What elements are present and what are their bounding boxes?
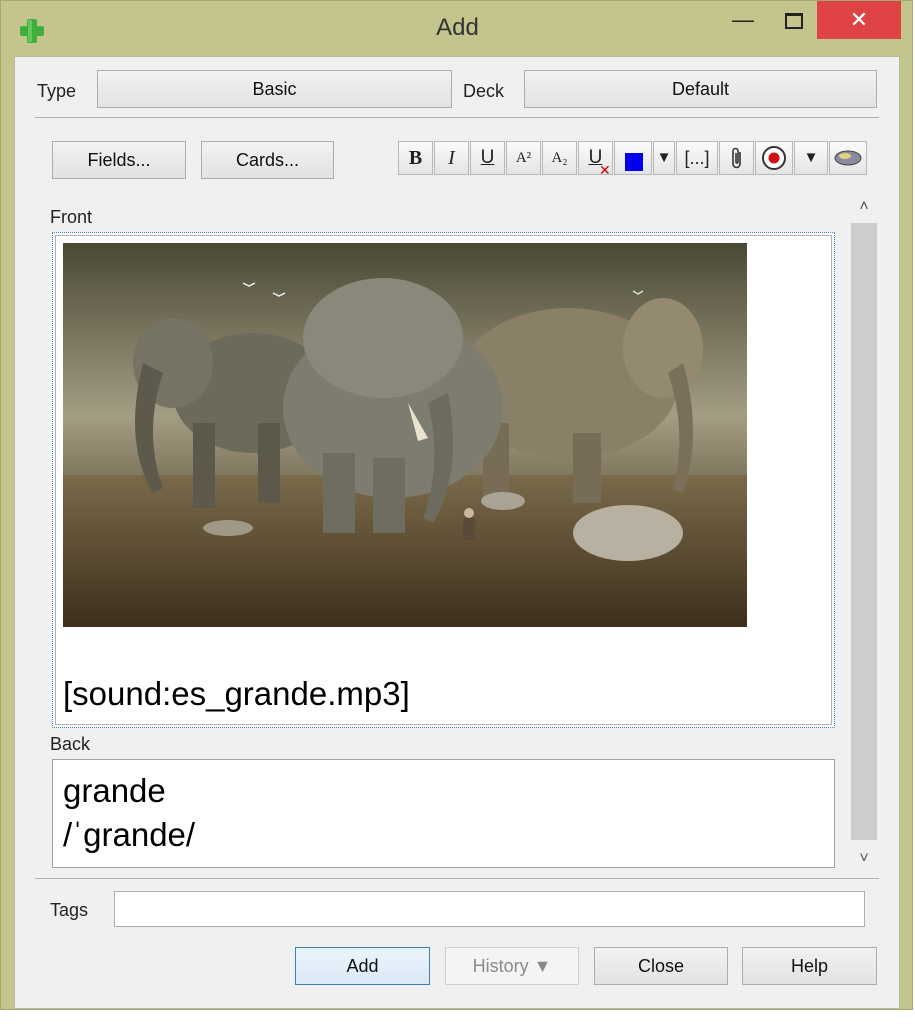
subscript-button[interactable]: A₂ <box>542 141 577 175</box>
record-button[interactable] <box>755 141 793 175</box>
tags-input[interactable] <box>114 891 865 927</box>
record-dropdown-button[interactable]: ▼ <box>794 141 828 175</box>
latex-button[interactable] <box>829 141 867 175</box>
add-button[interactable]: Add <box>295 947 430 985</box>
bold-button[interactable]: B <box>398 141 433 175</box>
italic-button[interactable]: I <box>434 141 469 175</box>
history-button[interactable]: History ▼ <box>445 947 579 985</box>
minimize-button[interactable]: — <box>721 3 765 37</box>
math-icon <box>834 150 862 166</box>
red-x-icon: ✕ <box>599 162 611 178</box>
add-window: Add — ✕ Type Basic Deck Default Fields..… <box>0 0 913 1010</box>
scroll-thumb[interactable] <box>851 223 877 840</box>
elephants-image <box>63 243 747 627</box>
clear-formatting-button[interactable]: U ✕ <box>578 141 613 178</box>
note-type-button[interactable]: Basic <box>97 70 452 108</box>
back-label: Back <box>50 734 91 754</box>
back-field[interactable]: grande /ˈgrande/ <box>52 759 835 868</box>
cloze-button[interactable]: [...] <box>676 141 718 175</box>
front-sound-text: [sound:es_grande.mp3] <box>63 675 410 712</box>
help-button[interactable]: Help <box>742 947 877 985</box>
title-bar[interactable]: Add — ✕ <box>1 1 914 55</box>
superscript-button[interactable]: A² <box>506 141 541 175</box>
editor-scrollbar[interactable]: ˄ ˅ <box>849 193 879 873</box>
dialog-body: Type Basic Deck Default Fields... Cards.… <box>14 56 900 1009</box>
color-dropdown-button[interactable]: ▼ <box>653 141 675 175</box>
scroll-down-arrow[interactable]: ˅ <box>849 845 879 873</box>
paperclip-icon <box>731 147 741 169</box>
front-field[interactable]: [sound:es_grande.mp3] <box>52 232 835 728</box>
attach-button[interactable] <box>719 141 754 175</box>
type-label: Type <box>37 81 77 101</box>
deck-label: Deck <box>463 81 505 101</box>
divider <box>35 117 879 118</box>
record-icon <box>762 146 786 170</box>
maximize-icon <box>785 13 803 29</box>
cards-button[interactable]: Cards... <box>201 141 334 179</box>
maximize-button[interactable] <box>771 3 815 37</box>
fields-button[interactable]: Fields... <box>52 141 186 179</box>
scroll-up-arrow[interactable]: ˄ <box>849 193 879 221</box>
back-word: grande <box>63 772 166 809</box>
back-pronunciation: /ˈgrande/ <box>63 816 196 853</box>
text-color-button[interactable] <box>614 141 652 175</box>
close-window-button[interactable]: ✕ <box>817 1 901 39</box>
deck-button[interactable]: Default <box>524 70 877 108</box>
underline-button[interactable]: U <box>470 141 505 175</box>
tags-label: Tags <box>50 900 89 920</box>
color-swatch-icon <box>625 150 643 171</box>
divider <box>35 878 879 879</box>
close-button[interactable]: Close <box>594 947 728 985</box>
front-label: Front <box>50 207 93 227</box>
